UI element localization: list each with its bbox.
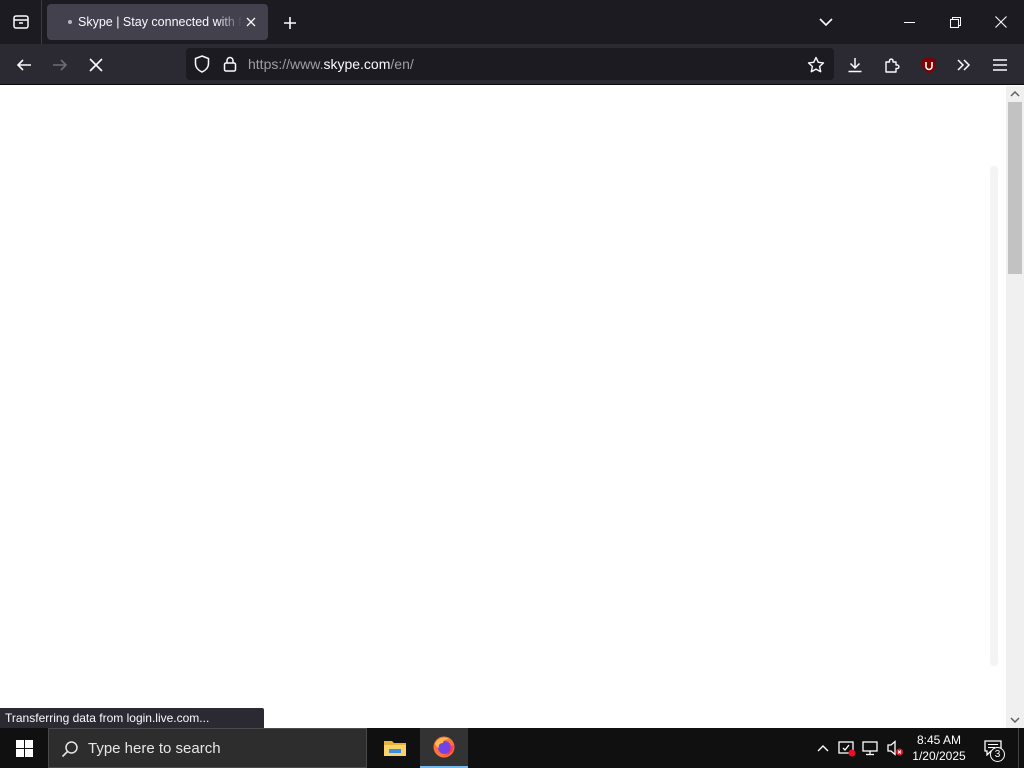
new-tab-button[interactable] xyxy=(277,10,303,36)
tab-title: Skype | Stay connected with free video c… xyxy=(78,15,242,29)
page-scrollbar[interactable] xyxy=(1006,86,1024,728)
windows-logo-icon xyxy=(15,739,33,757)
plus-icon xyxy=(284,17,296,29)
chevron-down-icon xyxy=(1010,717,1020,723)
show-hidden-icons-button[interactable] xyxy=(813,738,833,758)
star-icon xyxy=(807,56,825,73)
bookmark-button[interactable] xyxy=(806,55,826,75)
chevron-up-icon xyxy=(1010,91,1020,97)
double-chevron-icon xyxy=(957,59,971,71)
stop-icon xyxy=(89,58,103,72)
taskbar-search-box[interactable]: Type here to search xyxy=(48,728,367,768)
security-tray-button[interactable] xyxy=(837,738,857,758)
overflow-menu-button[interactable] xyxy=(950,51,978,79)
tab-list-button[interactable] xyxy=(0,0,42,44)
url-scheme: https://www. xyxy=(248,56,324,72)
page-content xyxy=(0,86,1006,728)
back-button[interactable] xyxy=(9,50,39,80)
network-tray-button[interactable] xyxy=(861,738,881,758)
url-host: skype.com xyxy=(323,56,391,72)
scroll-down-button[interactable] xyxy=(1006,712,1024,728)
start-button[interactable] xyxy=(0,728,48,768)
shield-icon[interactable] xyxy=(193,55,211,73)
clock-date: 1/20/2025 xyxy=(912,749,966,763)
taskbar-clock[interactable]: 8:45 AM 1/20/2025 xyxy=(904,732,974,764)
security-alert-icon xyxy=(838,741,856,757)
arrow-left-icon xyxy=(16,59,31,71)
folder-icon xyxy=(384,741,406,756)
taskbar: Type here to search 8:45 AM 1/20/2025 xyxy=(0,728,1024,768)
search-icon xyxy=(59,738,81,760)
scroll-up-button[interactable] xyxy=(1006,86,1024,102)
show-desktop-button[interactable] xyxy=(1018,728,1024,768)
tab-strip: Skype | Stay connected with free video c… xyxy=(0,0,1024,44)
close-icon xyxy=(995,16,1007,28)
app-menu-button[interactable] xyxy=(986,51,1014,79)
inner-scroll-track xyxy=(990,166,998,666)
puzzle-icon xyxy=(885,58,900,73)
tab-list-icon xyxy=(12,13,30,31)
hamburger-icon xyxy=(993,59,1007,71)
restore-button[interactable] xyxy=(932,0,978,44)
lock-icon[interactable] xyxy=(221,55,239,73)
clock-time: 8:45 AM xyxy=(916,733,962,747)
search-placeholder: Type here to search xyxy=(88,740,221,757)
chevron-up-icon xyxy=(817,745,829,752)
url-bar[interactable]: https://www.skype.com/en/ xyxy=(186,48,834,80)
extensions-button[interactable] xyxy=(878,51,906,79)
close-window-button[interactable] xyxy=(978,0,1024,44)
url-path: /en/ xyxy=(390,56,414,72)
navigation-toolbar: https://www.skype.com/en/ 2 xyxy=(0,44,1024,105)
forward-button[interactable] xyxy=(45,50,75,80)
network-icon xyxy=(862,741,878,756)
firefox-icon xyxy=(433,736,455,758)
ublock-button[interactable] xyxy=(915,51,943,79)
tab-skype[interactable]: Skype | Stay connected with free video c… xyxy=(47,4,268,40)
file-explorer-button[interactable] xyxy=(371,728,419,768)
ublock-icon xyxy=(922,57,936,73)
close-icon xyxy=(246,17,256,27)
volume-tray-button[interactable] xyxy=(885,738,905,758)
restore-icon xyxy=(949,16,961,28)
list-all-tabs-button[interactable] xyxy=(814,10,838,34)
status-panel: Transferring data from login.live.com... xyxy=(0,708,264,728)
minimize-button[interactable] xyxy=(886,0,932,44)
url-text[interactable]: https://www.skype.com/en/ xyxy=(248,56,414,74)
chevron-down-icon xyxy=(819,18,833,27)
volume-muted-icon xyxy=(887,740,903,756)
stop-loading-button[interactable] xyxy=(81,50,111,80)
downloads-button[interactable] xyxy=(841,51,869,79)
loading-dot-icon xyxy=(68,20,72,24)
firefox-taskbar-button[interactable] xyxy=(420,728,468,768)
minimize-icon xyxy=(903,21,915,23)
download-icon xyxy=(848,58,862,73)
notification-count-badge: 3 xyxy=(990,747,1005,762)
tab-close-button[interactable] xyxy=(243,14,259,30)
scroll-thumb[interactable] xyxy=(1008,102,1022,274)
arrow-right-icon xyxy=(53,59,68,71)
